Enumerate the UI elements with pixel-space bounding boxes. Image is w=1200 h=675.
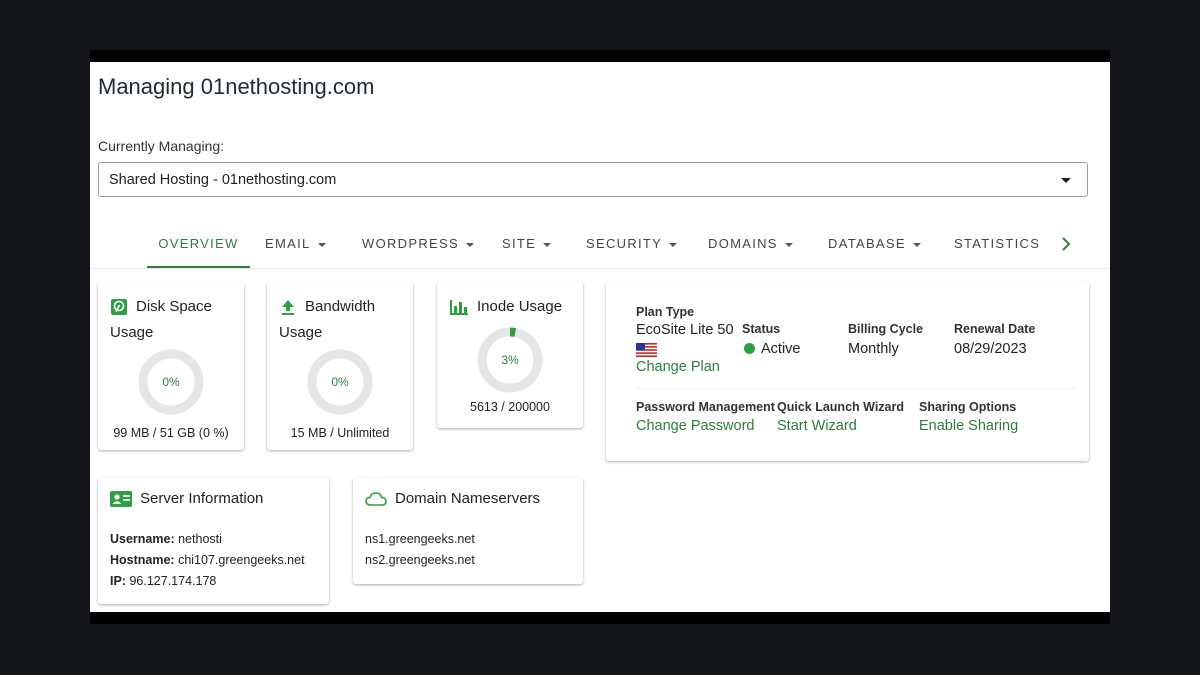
status-dot-icon [744, 343, 755, 354]
tab-database[interactable]: DATABASE [828, 222, 921, 268]
hostname-row: Hostname: chi107.greengeeks.net [110, 553, 305, 567]
nameserver-1: ns1.greengeeks.net [365, 532, 475, 546]
change-password-link[interactable]: Change Password [636, 418, 755, 434]
caret-down-icon [1061, 178, 1071, 183]
disk-percent: 0% [162, 375, 180, 389]
bandwidth-usage-detail: 15 MB / Unlimited [290, 426, 390, 440]
server-information-title: Server Information [110, 486, 263, 512]
account-select-value: Shared Hosting - 01nethosting.com [109, 172, 337, 188]
renewal-date-label: Renewal Date [954, 322, 1036, 336]
tab-statistics[interactable]: STATISTICS [954, 222, 1040, 268]
sharing-options-label: Sharing Options [919, 400, 1017, 414]
hard-drive-icon [111, 299, 127, 316]
tab-label: STATISTICS [954, 236, 1041, 251]
domain-nameservers-title: Domain Nameservers [365, 486, 540, 512]
plan-type-label: Plan Type [636, 305, 695, 319]
disk-title-line2: Usage [110, 324, 154, 341]
bandwidth-percent: 0% [331, 375, 349, 389]
renewal-date-value: 08/29/2023 [954, 341, 1027, 357]
username-value: nethosti [178, 532, 222, 546]
tab-label: OVERVIEW [158, 236, 239, 251]
disk-usage-ring: 0% [137, 348, 205, 416]
cloud-icon [365, 492, 387, 506]
bar-chart-icon [450, 300, 468, 316]
hostname-label: Hostname: [110, 553, 175, 567]
inode-usage-detail: 5613 / 200000 [470, 400, 550, 414]
tab-email[interactable]: EMAIL [265, 222, 326, 268]
nameservers-title-text: Domain Nameservers [395, 490, 541, 507]
username-row: Username: nethosti [110, 532, 222, 546]
caret-down-icon [669, 242, 678, 247]
username-label: Username: [110, 532, 175, 546]
account-select[interactable]: Shared Hosting - 01nethosting.com [98, 162, 1088, 197]
ip-row: IP: 96.127.174.178 [110, 574, 216, 588]
caret-down-icon [912, 242, 921, 247]
caret-down-icon [784, 242, 793, 247]
inode-title: Inode Usage [477, 298, 563, 315]
start-wizard-link[interactable]: Start Wizard [777, 418, 857, 434]
caret-down-icon [543, 242, 552, 247]
status-label: Status [742, 322, 781, 336]
tab-label: SITE [502, 236, 537, 251]
billing-cycle-label: Billing Cycle [848, 322, 924, 336]
tab-overview[interactable]: OVERVIEW [147, 222, 250, 268]
bandwidth-title-line1: Bandwidth [305, 298, 376, 315]
change-plan-link[interactable]: Change Plan [636, 359, 720, 375]
tab-wordpress[interactable]: WORDPRESS [362, 222, 474, 268]
caret-down-icon [317, 242, 326, 247]
tab-label: EMAIL [265, 236, 311, 251]
hostname-value: chi107.greengeeks.net [178, 553, 305, 567]
upload-icon [282, 300, 294, 316]
tab-site[interactable]: SITE [502, 222, 552, 268]
chevron-right-icon[interactable] [1058, 236, 1074, 252]
tab-bar: OVERVIEW EMAIL WORDPRESS SITE SECURITY D… [90, 222, 1110, 269]
page-title: Managing 01nethosting.com [98, 74, 375, 99]
tab-label: DOMAINS [708, 236, 778, 251]
disk-usage-card: Disk Space Usage 0% 99 MB / 51 GB (0 %) [98, 282, 244, 450]
tab-domains[interactable]: DOMAINS [708, 222, 793, 268]
bandwidth-title-line2: Usage [279, 324, 323, 341]
bandwidth-usage-ring: 0% [306, 348, 374, 416]
enable-sharing-link[interactable]: Enable Sharing [919, 418, 1018, 434]
plan-divider [636, 388, 1075, 389]
nameserver-2: ns2.greengeeks.net [365, 553, 475, 567]
inode-usage-card: Inode Usage 3% 5613 / 200000 [437, 282, 583, 428]
tab-label: SECURITY [586, 236, 663, 251]
quick-launch-wizard-label: Quick Launch Wizard [777, 400, 904, 414]
us-flag-icon [636, 343, 657, 357]
status-value: Active [761, 341, 801, 357]
domain-nameservers-card: Domain Nameservers ns1.greengeeks.net ns… [353, 478, 583, 584]
caret-down-icon [465, 242, 474, 247]
plan-card: Plan Type EcoSite Lite 50 Change Plan St… [606, 282, 1089, 461]
ip-label: IP: [110, 574, 126, 588]
server-information-card: Server Information Username: nethosti Ho… [98, 478, 329, 604]
plan-type-value: EcoSite Lite 50 [636, 322, 734, 338]
disk-title-line1: Disk Space [136, 298, 212, 315]
disk-usage-title: Disk Space Usage [110, 294, 212, 346]
disk-usage-detail: 99 MB / 51 GB (0 %) [113, 426, 229, 440]
currently-managing-label: Currently Managing: [98, 138, 225, 154]
inode-percent: 3% [501, 353, 519, 367]
hosting-dashboard: Managing 01nethosting.com Currently Mana… [90, 62, 1110, 612]
tab-security[interactable]: SECURITY [586, 222, 678, 268]
billing-cycle-value: Monthly [848, 341, 899, 357]
inode-usage-ring: 3% [476, 326, 544, 394]
inode-usage-title: Inode Usage [449, 294, 562, 320]
password-management-label: Password Management [636, 400, 775, 414]
server-title-text: Server Information [140, 490, 264, 507]
bandwidth-usage-card: Bandwidth Usage 0% 15 MB / Unlimited [267, 282, 413, 450]
ip-value: 96.127.174.178 [129, 574, 217, 588]
id-card-icon [110, 491, 132, 508]
bandwidth-usage-title: Bandwidth Usage [279, 294, 375, 346]
tab-label: WORDPRESS [362, 236, 459, 251]
tab-label: DATABASE [828, 236, 906, 251]
